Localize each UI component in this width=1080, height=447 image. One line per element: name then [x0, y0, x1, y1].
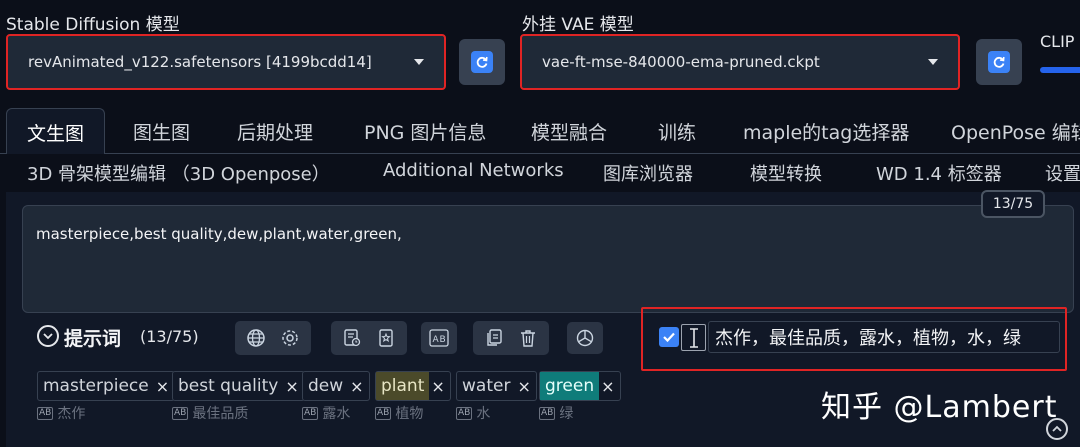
sd-model-label: Stable Diffusion 模型: [6, 15, 180, 35]
check-icon: [663, 332, 675, 343]
sd-model-refresh-button[interactable]: [459, 39, 505, 85]
tab-img2img[interactable]: 图生图: [133, 118, 190, 145]
translation-enable-checkbox[interactable]: [659, 327, 679, 347]
toolbar-group-translate: [235, 321, 311, 355]
refresh-icon: [988, 51, 1010, 73]
tab-train[interactable]: 训练: [658, 118, 696, 145]
scroll-up-icon[interactable]: [1046, 418, 1068, 440]
close-icon[interactable]: ×: [348, 377, 368, 396]
globe-icon[interactable]: [242, 324, 270, 352]
tab-divider: [0, 153, 1080, 154]
gear-icon[interactable]: [276, 324, 304, 352]
openai-button[interactable]: [567, 322, 603, 354]
translation-input[interactable]: 杰作，最佳品质，露水，植物，水，绿: [708, 321, 1060, 353]
text-cursor-icon: [681, 324, 706, 351]
tag-translation: AB 水: [456, 406, 491, 422]
tab-png-info[interactable]: PNG 图片信息: [364, 118, 486, 145]
vae-model-select[interactable]: vae-ft-mse-840000-ema-pruned.ckpt: [520, 34, 960, 90]
tab-txt2img[interactable]: 文生图: [6, 108, 106, 154]
tag-text: water: [462, 376, 511, 396]
ab-translate-icon: AB: [375, 406, 392, 420]
openai-icon: [576, 329, 594, 347]
vae-model-label: 外挂 VAE 模型: [522, 15, 634, 35]
ab-translate-icon: AB: [456, 406, 473, 420]
ab-translate-icon: AB: [302, 406, 319, 420]
token-counter: 13/75: [981, 190, 1045, 218]
svg-text:B: B: [440, 335, 446, 345]
tag-chip[interactable]: masterpiece ×: [37, 371, 176, 401]
ab-translate-icon: AB: [539, 406, 556, 420]
bookmark-icon[interactable]: [372, 324, 400, 352]
vae-model-value: vae-ft-mse-840000-ema-pruned.ckpt: [542, 53, 820, 71]
close-icon[interactable]: ×: [283, 377, 303, 396]
tag-translation: AB 绿: [539, 406, 574, 422]
tag-translation: AB 露水: [302, 406, 351, 422]
prompt-panel-count: (13/75): [140, 327, 199, 346]
toolbar-group-history: [331, 321, 407, 355]
tag-translation: AB 植物: [375, 406, 424, 422]
tab-3d-openpose[interactable]: 3D 骨架模型编辑 （3D Openpose）: [27, 160, 330, 186]
history-list-icon[interactable]: [338, 324, 366, 352]
clip-skip-slider[interactable]: [1040, 67, 1080, 73]
tab-settings[interactable]: 设置: [1045, 160, 1080, 186]
tag-text: green: [540, 372, 600, 400]
tab-tag-selector[interactable]: maple的tag选择器: [743, 118, 909, 145]
ab-translate-icon: AB: [429, 329, 449, 347]
tab-model-merge[interactable]: 模型融合: [531, 118, 607, 145]
tag-text: dew: [308, 376, 344, 396]
toolbar-group-edit: [473, 321, 549, 355]
tag-translation: AB 杰作: [37, 406, 86, 422]
prompt-panel-title: 提示词: [64, 328, 122, 350]
tab-openpose-editor[interactable]: OpenPose 编辑: [951, 118, 1080, 145]
chevron-down-icon: [414, 59, 424, 65]
tag-chip[interactable]: water ×: [456, 371, 537, 401]
prompt-textarea[interactable]: masterpiece,best quality,dew,plant,water…: [22, 205, 1074, 313]
watermark: 知乎 @Lambert: [821, 390, 1058, 425]
tab-extras[interactable]: 后期处理: [237, 118, 313, 145]
tab-model-converter[interactable]: 模型转换: [750, 160, 822, 186]
tab-additional-networks[interactable]: Additional Networks: [383, 160, 564, 181]
sd-model-value: revAnimated_v122.safetensors [4199bcdd14…: [28, 53, 372, 71]
tag-chip[interactable]: best quality ×: [172, 371, 305, 401]
vae-model-refresh-button[interactable]: [976, 39, 1022, 85]
ab-translate-icon: AB: [37, 406, 54, 420]
tag-chip[interactable]: dew ×: [302, 371, 370, 401]
copy-icon[interactable]: [480, 324, 508, 352]
collapse-toggle-icon[interactable]: [37, 325, 59, 347]
close-icon[interactable]: ×: [515, 377, 535, 396]
tag-chip[interactable]: green ×: [539, 371, 621, 401]
tag-text: plant: [376, 372, 430, 400]
tag-chip[interactable]: plant ×: [375, 371, 451, 401]
translate-ab-button[interactable]: AB: [421, 322, 457, 354]
close-icon[interactable]: ×: [599, 377, 619, 396]
chevron-down-icon: [928, 59, 938, 65]
svg-text:A: A: [433, 335, 440, 345]
clip-skip-label: CLIP 终: [1040, 32, 1080, 51]
tag-text: masterpiece: [43, 376, 149, 396]
tab-wd14-tagger[interactable]: WD 1.4 标签器: [876, 160, 1002, 186]
tab-image-browser[interactable]: 图库浏览器: [603, 160, 693, 186]
trash-icon[interactable]: [514, 324, 542, 352]
sd-model-select[interactable]: revAnimated_v122.safetensors [4199bcdd14…: [6, 34, 446, 90]
refresh-icon: [471, 51, 493, 73]
tag-translation: AB 最佳品质: [172, 406, 249, 422]
tag-text: best quality: [178, 376, 279, 396]
close-icon[interactable]: ×: [429, 377, 449, 396]
prompt-text: masterpiece,best quality,dew,plant,water…: [36, 225, 402, 243]
ab-translate-icon: AB: [172, 406, 189, 420]
